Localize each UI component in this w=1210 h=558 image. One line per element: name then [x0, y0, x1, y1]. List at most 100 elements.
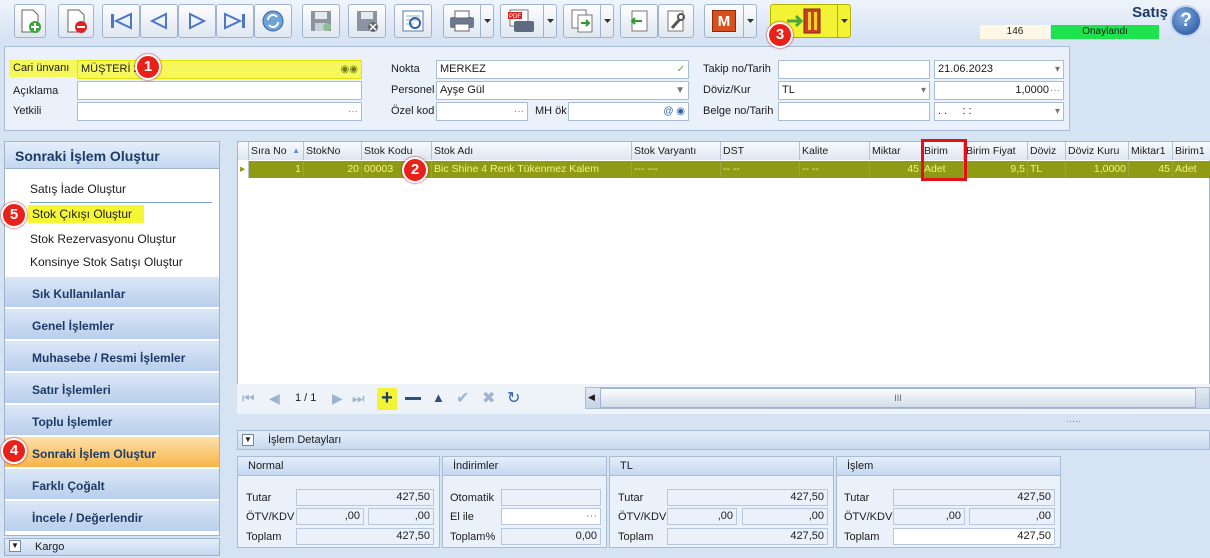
- table-cell[interactable]: 45: [870, 161, 922, 178]
- table-cell[interactable]: --- ---: [632, 161, 721, 178]
- chevron-down-icon[interactable]: ▾: [921, 82, 926, 99]
- elile-field[interactable]: ···: [501, 508, 601, 525]
- add-row-icon[interactable]: +: [377, 388, 397, 410]
- ellipsis-icon[interactable]: ···: [348, 103, 358, 120]
- remove-row-icon[interactable]: [405, 397, 421, 400]
- check-icon[interactable]: ✓: [677, 61, 685, 78]
- ellipsis-icon[interactable]: ···: [1050, 82, 1060, 99]
- column-header[interactable]: Döviz Kuru: [1066, 142, 1129, 160]
- column-header[interactable]: Döviz: [1028, 142, 1066, 160]
- export-dropdown[interactable]: [601, 4, 614, 38]
- kur-field[interactable]: 1,0000 ···: [934, 81, 1064, 100]
- collapse-icon[interactable]: ▼: [242, 434, 254, 446]
- scroll-thumb[interactable]: III: [600, 388, 1196, 408]
- group-toplu-islemler[interactable]: Toplu İşlemler: [5, 404, 219, 435]
- next-record-button[interactable]: [178, 4, 216, 38]
- help-button[interactable]: ?: [1170, 5, 1202, 37]
- resize-grip-icon[interactable]: ·····: [1066, 416, 1081, 426]
- save-button[interactable]: [302, 4, 340, 38]
- table-cell[interactable]: 9,5: [964, 161, 1028, 178]
- doviz-field[interactable]: TL ▾: [778, 81, 930, 100]
- last-page-icon[interactable]: ⏭: [352, 390, 365, 407]
- delete-document-button[interactable]: [58, 4, 94, 38]
- nokta-field[interactable]: MERKEZ ✓: [436, 60, 689, 79]
- column-header[interactable]: Miktar: [870, 142, 922, 160]
- group-genel-islemler[interactable]: Genel İşlemler: [5, 308, 219, 339]
- cancel-icon[interactable]: ✖: [482, 388, 495, 408]
- kargo-bar[interactable]: ▼ Kargo: [4, 538, 220, 556]
- column-header[interactable]: Birim Fiyat: [964, 142, 1028, 160]
- print-button[interactable]: [443, 4, 481, 38]
- import-button[interactable]: [620, 4, 658, 38]
- table-cell[interactable]: 45: [1129, 161, 1173, 178]
- group-incele[interactable]: İncele / Değerlendir: [5, 500, 219, 531]
- next-operation-dropdown[interactable]: [838, 4, 851, 38]
- table-cell[interactable]: TL: [1028, 161, 1066, 178]
- column-header[interactable]: Birim1: [1173, 142, 1210, 160]
- islem-toplam[interactable]: 427,50: [893, 528, 1055, 545]
- at-icon[interactable]: @ ◉: [663, 103, 685, 120]
- table-cell[interactable]: Bic Shine 4 Renk Tükenmez Kalem: [432, 161, 632, 178]
- table-cell[interactable]: -- --: [721, 161, 800, 178]
- menu-item-satis-iade[interactable]: Satış İade Oluştur: [30, 182, 126, 196]
- details-bar[interactable]: ▼ İşlem Detayları: [237, 430, 1210, 450]
- column-header[interactable]: StokNo: [304, 142, 362, 160]
- takip-field[interactable]: [778, 60, 930, 79]
- table-cell[interactable]: Adet: [1173, 161, 1210, 178]
- group-sonraki-islem[interactable]: Sonraki İşlem Oluştur: [5, 436, 219, 467]
- column-header[interactable]: Sıra No ▲: [249, 142, 304, 160]
- chevron-down-icon[interactable]: ▾: [1055, 103, 1060, 120]
- chevron-down-icon[interactable]: ▾: [1055, 61, 1060, 78]
- belge-field[interactable]: [778, 102, 930, 121]
- table-cell[interactable]: -- --: [800, 161, 870, 178]
- m-dropdown[interactable]: [744, 4, 757, 38]
- menu-item-konsinye[interactable]: Konsinye Stok Satışı Oluştur: [30, 255, 183, 269]
- previous-page-icon[interactable]: ◀: [269, 390, 280, 407]
- export-button[interactable]: [563, 4, 601, 38]
- settings-button[interactable]: [658, 4, 694, 38]
- next-page-icon[interactable]: ▶: [332, 390, 343, 407]
- personel-field[interactable]: Ayşe Gül ▼: [436, 81, 689, 100]
- people-icon[interactable]: ◉◉: [341, 61, 358, 78]
- filter-icon[interactable]: ▼: [675, 82, 685, 99]
- pdf-export-button[interactable]: PDF: [500, 4, 544, 38]
- column-header[interactable]: Stok Varyantı: [632, 142, 721, 160]
- menu-item-stok-cikisi[interactable]: Stok Çıkışı Oluştur: [28, 205, 144, 223]
- group-muhasebe[interactable]: Muhasebe / Resmi İşlemler: [5, 340, 219, 371]
- ozel-field[interactable]: ···: [436, 102, 528, 121]
- new-document-button[interactable]: [14, 4, 46, 38]
- first-record-button[interactable]: [102, 4, 140, 38]
- confirm-icon[interactable]: ✔: [456, 388, 469, 408]
- tarih-field[interactable]: 21.06.2023 ▾: [934, 60, 1064, 79]
- column-header[interactable]: Kalite: [800, 142, 870, 160]
- ellipsis-icon[interactable]: ···: [514, 103, 524, 120]
- mh-field[interactable]: @ ◉: [568, 102, 689, 121]
- collapse-icon[interactable]: ▼: [9, 540, 21, 552]
- column-header[interactable]: Miktar1: [1129, 142, 1173, 160]
- column-header[interactable]: Stok Adı: [432, 142, 632, 160]
- column-header[interactable]: DST: [721, 142, 800, 160]
- m-button[interactable]: M: [704, 4, 744, 38]
- save-close-button[interactable]: [348, 4, 386, 38]
- print-dropdown[interactable]: [481, 4, 494, 38]
- group-farkli-cogalt[interactable]: Farklı Çoğalt: [5, 468, 219, 499]
- yetkili-field[interactable]: ···: [77, 102, 362, 121]
- cari-field[interactable]: MÜŞTERİ 2 ◉◉: [77, 60, 362, 79]
- group-satir-islemleri[interactable]: Satır İşlemleri: [5, 372, 219, 403]
- refresh-icon[interactable]: ↻: [507, 388, 520, 408]
- horizontal-scrollbar[interactable]: ◀ III: [585, 387, 1210, 409]
- first-page-icon[interactable]: ⏮: [242, 390, 255, 407]
- aciklama-field[interactable]: [77, 81, 362, 100]
- belge-tarih-field[interactable]: . . : : ▾: [934, 102, 1064, 121]
- group-sik-kullanilanlar[interactable]: Sık Kullanılanlar: [5, 276, 219, 307]
- pdf-dropdown[interactable]: [544, 4, 557, 38]
- column-header[interactable]: Stok Kodu: [362, 142, 432, 160]
- menu-item-stok-rezervasyon[interactable]: Stok Rezervasyonu Oluştur: [30, 232, 176, 246]
- table-cell[interactable]: 1: [249, 161, 304, 178]
- table-cell[interactable]: 1,0000: [1066, 161, 1129, 178]
- preview-button[interactable]: [394, 4, 432, 38]
- previous-record-button[interactable]: [140, 4, 178, 38]
- scroll-left-icon[interactable]: ◀: [588, 392, 595, 403]
- last-record-button[interactable]: [216, 4, 254, 38]
- move-up-icon[interactable]: ▲: [432, 390, 445, 405]
